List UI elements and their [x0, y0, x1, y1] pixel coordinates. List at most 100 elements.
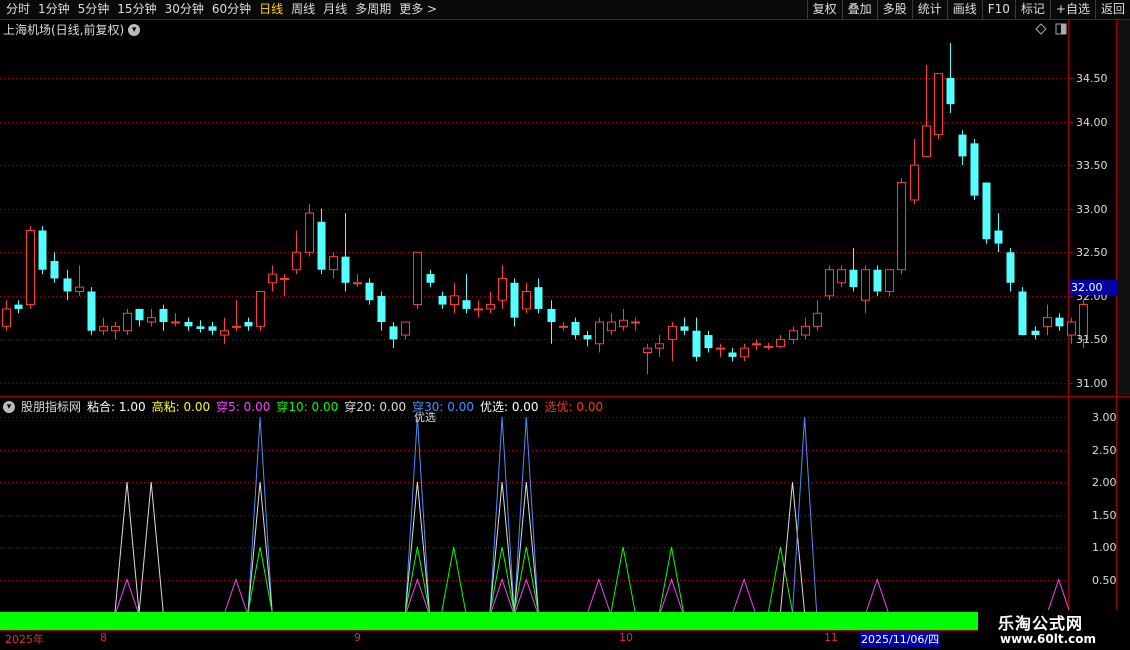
candle	[184, 317, 193, 331]
indicator-value: 选优: 0.00	[544, 400, 604, 414]
indicator-tick-label: 0.50	[1092, 573, 1117, 587]
period-tab[interactable]: 30分钟	[161, 1, 208, 18]
price-tick-label: 34.50	[1076, 71, 1108, 85]
period-tab[interactable]: 月线	[319, 1, 351, 18]
toolbar-button[interactable]: +自选	[1049, 0, 1095, 19]
toolbar-button[interactable]: 叠加	[841, 0, 877, 19]
toolbar-button[interactable]: 返回	[1094, 0, 1130, 19]
candle	[426, 269, 435, 288]
candle	[147, 308, 156, 327]
indicator-tick-label: 3.00	[1092, 410, 1117, 424]
date-label: 9	[354, 631, 361, 644]
period-tab[interactable]: 1分钟	[34, 1, 74, 18]
candle	[813, 300, 822, 331]
candle	[14, 300, 23, 314]
period-tab[interactable]: 5分钟	[74, 1, 114, 18]
chevron-down-icon[interactable]: ▾	[3, 400, 15, 413]
candle	[413, 251, 422, 309]
candle	[680, 317, 689, 336]
candle	[1031, 326, 1040, 340]
period-tab[interactable]: 多周期	[351, 1, 395, 18]
current-price-tag: 32.00	[1069, 280, 1117, 295]
candle	[317, 208, 326, 275]
candle	[498, 265, 507, 309]
candle	[764, 342, 773, 350]
candle	[486, 291, 495, 314]
toolbar-button[interactable]: 标记	[1014, 0, 1050, 19]
candle	[462, 274, 471, 314]
candle	[571, 317, 580, 340]
candle	[801, 317, 810, 340]
toolbar-right-buttons: 复权 叠加 多股 统计 画线 F10 标记 +自选 返回	[806, 0, 1130, 19]
candle	[559, 322, 568, 331]
indicator-header: ▾ 股朋指标网 粘合: 1.00 高粘: 0.00 穿5: 0.00 穿10: 0.0…	[3, 398, 603, 415]
candle	[704, 330, 713, 353]
candle	[256, 291, 265, 331]
candle	[994, 213, 1003, 253]
toolbar-button[interactable]: 统计	[911, 0, 947, 19]
chevron-down-icon[interactable]: ▾	[128, 23, 141, 36]
indicator-tick-label: 1.00	[1092, 540, 1117, 554]
period-tab[interactable]: 周线	[287, 1, 319, 18]
period-tab[interactable]: 60分钟	[208, 1, 255, 18]
diamond-icon[interactable]	[1035, 23, 1047, 35]
indicator-spike	[865, 577, 889, 613]
candle	[595, 317, 604, 353]
indicator-spike	[792, 416, 818, 613]
candle	[825, 265, 834, 301]
period-tab[interactable]: 15分钟	[113, 1, 160, 18]
indicator-value: 优选: 0.00	[479, 400, 539, 414]
candle	[1043, 304, 1052, 336]
toolbar-button[interactable]: F10	[981, 0, 1015, 19]
indicator-spike	[441, 546, 467, 613]
period-tab[interactable]: 更多 >	[395, 1, 441, 18]
indicator-value: 高粘: 0.00	[151, 400, 211, 414]
candle	[38, 226, 47, 275]
candle	[232, 300, 241, 331]
indicator-tick-label: 1.50	[1092, 508, 1117, 522]
toolbar-button[interactable]: 多股	[876, 0, 912, 19]
candle	[861, 265, 870, 314]
candle	[873, 265, 882, 296]
candle	[196, 320, 205, 333]
candle	[111, 322, 120, 340]
period-tab[interactable]: 分时	[2, 1, 34, 18]
candle	[607, 313, 616, 336]
candle	[1055, 313, 1064, 331]
period-toolbar: 分时 1分钟 5分钟 15分钟 30分钟 60分钟 日线 周线 月线 多周期 更多 > 复权 叠加 多股…	[0, 0, 1130, 20]
candle	[934, 73, 943, 139]
date-label: 2025年	[5, 633, 44, 646]
candle	[268, 265, 277, 292]
toolbar-button[interactable]: 画线	[946, 0, 982, 19]
candle	[776, 335, 785, 349]
indicator-spike	[513, 416, 539, 613]
indicator-spike	[780, 481, 805, 613]
candle	[1018, 287, 1027, 336]
chart-canvas	[0, 19, 1130, 630]
candle	[99, 317, 108, 336]
candle	[1006, 247, 1015, 292]
signal-bar	[0, 612, 978, 630]
indicator-name: 股朋指标网	[21, 400, 82, 414]
candle	[910, 139, 919, 205]
candle	[353, 274, 362, 288]
candle	[341, 213, 350, 292]
toolbar-button[interactable]: 复权	[806, 0, 842, 19]
candle	[244, 317, 253, 331]
candle	[474, 300, 483, 318]
candle	[716, 343, 725, 357]
price-tick-label: 34.00	[1076, 115, 1108, 129]
indicator-spike	[489, 416, 515, 613]
side-strip	[1117, 20, 1130, 395]
candle	[982, 182, 991, 244]
chart-corner-icons	[1035, 23, 1067, 35]
candle	[534, 278, 543, 314]
candle	[63, 269, 72, 301]
candle	[305, 204, 314, 257]
price-tick-label: 33.00	[1076, 202, 1108, 216]
period-tab[interactable]: 日线	[255, 1, 287, 18]
indicator-spike	[660, 577, 683, 613]
indicator-spike	[247, 416, 273, 613]
candle	[510, 278, 519, 327]
indicator-value: 穿20: 0.00	[344, 400, 407, 414]
